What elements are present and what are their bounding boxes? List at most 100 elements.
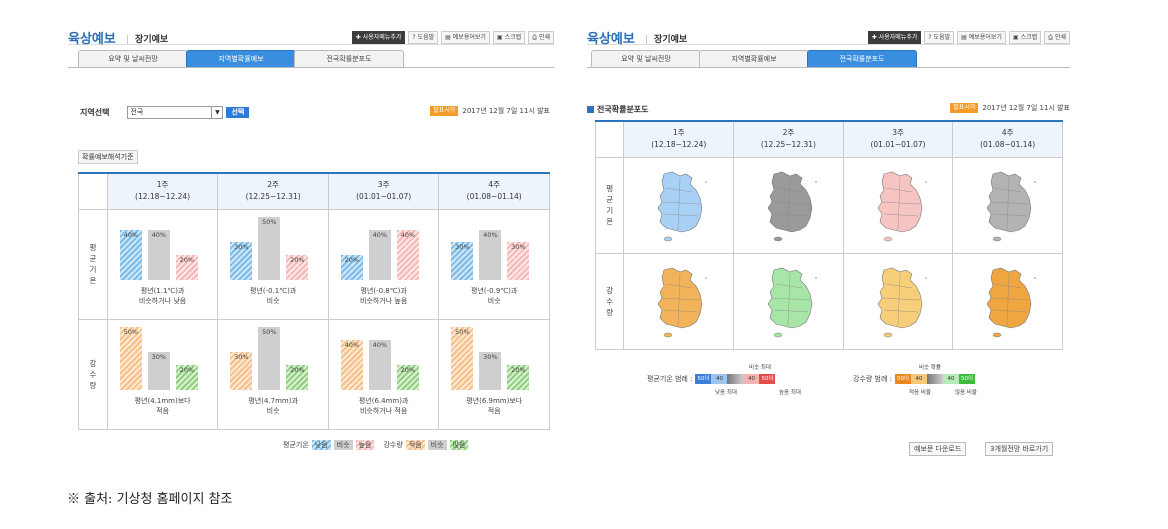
criteria-button[interactable]: 확률예보해석기준: [78, 150, 138, 164]
precip-color-scale: 50이상 40 40 50이상: [895, 374, 976, 392]
precip-bar: 40%: [340, 339, 363, 390]
temp-map-cell-3: [842, 156, 954, 254]
temp-cell-1: 40% 40% 20% 평년(1.1℃)과 비슷하거나 낮음: [106, 208, 219, 320]
precip-cell-2: 30% 50% 20% 평년(4.7mm)과 비슷: [217, 318, 329, 430]
week-header: 3주 (01.01~01.07): [842, 120, 954, 158]
precip-bar: 50%: [451, 327, 474, 390]
print-button[interactable]: ⎙ 인쇄: [1044, 31, 1070, 44]
scrap-button[interactable]: ▣ 스크랩: [1008, 31, 1042, 44]
scrap-icon: ▣: [496, 34, 503, 41]
korea-map: [767, 267, 818, 337]
scrap-button[interactable]: ▣ 스크랩: [492, 31, 526, 44]
question-icon: ?: [928, 34, 932, 41]
help-button[interactable]: ? 도움말: [924, 31, 955, 44]
section-bullet-icon: [587, 106, 594, 113]
legend-temp-top: 비슷 최대: [749, 365, 771, 371]
precip-cell-3: 40% 40% 20% 평년(6.4mm)과 비슷하거나 적음: [327, 318, 440, 430]
print-icon: ⎙: [532, 34, 537, 41]
precip-map-cell-1: [623, 252, 735, 350]
temp-bar: 20%: [340, 254, 363, 280]
row-label-precip: 강수량: [78, 318, 108, 430]
korea-map: [658, 267, 708, 337]
page-subtitle: 장기예보: [645, 32, 687, 45]
temp-map-cell-2: [733, 156, 844, 254]
precip-map-cell-4: [952, 252, 1063, 350]
bar-legend: 평균기온 낮음 비슷 높음 강수량 적음 비슷 많음: [283, 440, 469, 450]
temp-cell-4: 30% 40% 30% 평년(-0.9℃)과 비슷: [438, 208, 550, 320]
plus-icon: ✚: [871, 34, 877, 41]
week-header: 1주 (12.18~12.24): [623, 120, 735, 158]
week-header: 1주 (12.18~12.24): [106, 172, 219, 210]
precip-map-cell-2: [733, 252, 844, 350]
temp-bar: 40%: [368, 229, 391, 280]
temp-bar: 20%: [175, 254, 198, 280]
announce-time: 발표시각 2017년 12월 7일 11시 발표: [430, 106, 550, 116]
temp-cell-3: 20% 40% 40% 평년(-0.8℃)과 비슷하거나 높음: [327, 208, 440, 320]
week-header: 4주 (01.08~01.14): [952, 120, 1063, 158]
precip-bar: 20%: [396, 364, 419, 390]
glossary-button[interactable]: ▤ 예보용어보기: [957, 31, 1006, 44]
question-icon: ?: [412, 34, 416, 41]
right-header: 육상예보 장기예보 ✚사용자메뉴추가 ?도움말 ▤예보용어보기 ▣스크랩 ⎙인쇄: [587, 22, 1070, 47]
temp-bar: 30%: [230, 242, 253, 280]
row-label-precip: 강수량: [594, 252, 625, 350]
print-icon: ⎙: [1048, 34, 1053, 41]
precip-bar: 50%: [119, 327, 142, 390]
temp-bar: 40%: [396, 229, 419, 280]
book-icon: ▤: [961, 34, 967, 41]
probability-table: 1주 (12.18~12.24) 2주 (12.25~12.31) 3주 (01.01…: [78, 172, 550, 430]
week-header: 3주 (01.01~01.07): [327, 172, 440, 210]
add-user-menu-button[interactable]: ✚ 사용자메뉴추가: [867, 31, 922, 44]
glossary-button[interactable]: ▤ 예보용어보기: [441, 31, 490, 44]
legend-low: 낮음: [311, 440, 331, 450]
legend-temp-left: 낮음 최대: [715, 390, 737, 396]
legend-less: 적음: [405, 440, 425, 450]
page-title: 육상예보: [68, 32, 116, 47]
tab-summary[interactable]: 요약 및 날씨전망: [78, 50, 188, 67]
region-select[interactable]: 전국 ▼: [127, 105, 224, 119]
tab-regional-probability[interactable]: 지역별확률예보: [699, 50, 809, 67]
corner-cell: [78, 172, 108, 210]
precip-bar: 30%: [479, 352, 502, 390]
tab-national-distribution[interactable]: 전국확률분포도: [294, 50, 404, 67]
help-button[interactable]: ? 도움말: [408, 31, 439, 44]
print-button[interactable]: ⎙ 인쇄: [528, 31, 554, 44]
row-label-temp: 평균기온: [78, 208, 108, 320]
precip-bar: 50%: [258, 327, 281, 390]
temp-bar: 40%: [119, 229, 142, 280]
temp-bar: 20%: [286, 254, 309, 280]
source-caption: ※ 출처: 기상청 홈페이지 참조: [67, 492, 233, 507]
select-button[interactable]: 선택: [226, 106, 250, 118]
right-panel: 육상예보 장기예보 ✚사용자메뉴추가 ?도움말 ▤예보용어보기 ▣스크랩 ⎙인쇄…: [587, 22, 1070, 467]
legend-similar: 비슷: [333, 440, 353, 450]
legend-precip-left: 적음 비율: [909, 390, 931, 396]
three-month-outlook-button[interactable]: 3개월전망 바로가기: [985, 442, 1054, 456]
section-header: 전국확률분포도 발표시각 2017년 12월 7일 11시 발표: [587, 102, 1070, 116]
temp-bar: 30%: [451, 242, 474, 280]
temp-bar: 30%: [507, 242, 530, 280]
distribution-table: 1주 (12.18~12.24) 2주 (12.25~12.31) 3주 (01.01…: [594, 120, 1063, 350]
precip-cell-1: 50% 30% 20% 평년(4.1mm)보다 적음: [106, 318, 219, 430]
tab-regional-probability[interactable]: 지역별확률예보: [186, 50, 296, 67]
temp-map-cell-4: [952, 156, 1063, 254]
row-label-temp: 평균기온: [594, 156, 625, 254]
add-user-menu-button[interactable]: ✚ 사용자메뉴추가: [351, 31, 406, 44]
left-panel: 육상예보 장기예보 ✚사용자메뉴추가 ?도움말 ▤예보용어보기 ▣스크랩 ⎙인쇄…: [68, 22, 554, 467]
legend-similar-precip: 비슷: [427, 440, 447, 450]
week-header: 4주 (01.08~01.14): [438, 172, 550, 210]
region-label: 지역선택: [80, 107, 110, 117]
tab-bar: 요약 및 날씨전망 지역별확률예보 전국확률분포도: [587, 50, 1070, 68]
korea-map: [877, 171, 927, 241]
left-header: 육상예보 장기예보 ✚사용자메뉴추가 ?도움말 ▤예보용어보기 ▣스크랩 ⎙인쇄: [68, 22, 554, 47]
page-title: 육상예보: [587, 32, 635, 47]
announce-text: 2017년 12월 7일 11시 발표: [982, 104, 1070, 112]
korea-map: [658, 171, 708, 241]
temp-bar: 40%: [479, 229, 502, 280]
tab-summary[interactable]: 요약 및 날씨전망: [591, 50, 701, 67]
announce-badge: 발표시각: [430, 106, 459, 116]
korea-map: [877, 267, 927, 337]
tab-national-distribution[interactable]: 전국확률분포도: [807, 50, 917, 67]
temp-map-cell-1: [623, 156, 735, 254]
download-forecast-button[interactable]: 예보문 다운로드: [909, 442, 967, 456]
scrap-icon: ▣: [1012, 34, 1019, 41]
